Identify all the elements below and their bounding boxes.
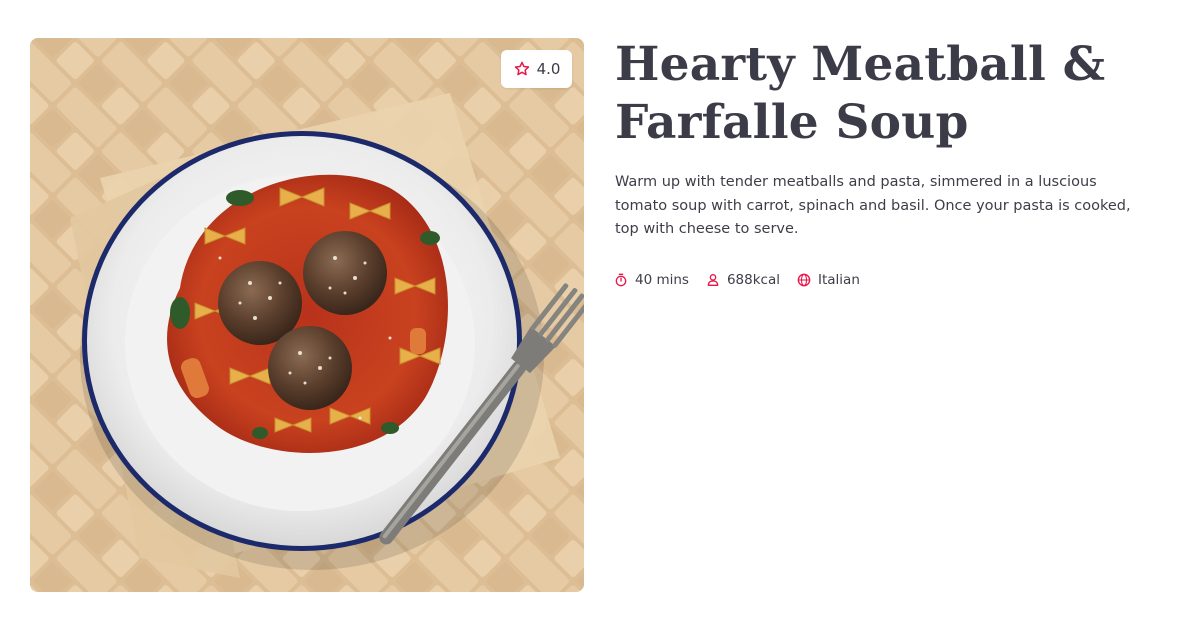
cook-time-label: 40 mins — [635, 272, 689, 288]
calories-label: 688kcal — [726, 272, 780, 288]
cook-time: 40 mins — [613, 272, 689, 288]
stopwatch-icon — [615, 273, 627, 287]
person-icon — [707, 274, 719, 286]
recipe-meta: 40 mins 688kcal Italian — [613, 272, 860, 288]
cuisine: Italian — [796, 272, 860, 288]
globe-icon — [797, 273, 811, 287]
recipe-card: 4.0 Hearty Meatball & Farfalle Soup Warm… — [0, 0, 1200, 630]
recipe-image[interactable] — [30, 38, 584, 592]
recipe-title: Hearty Meatball & Farfalle Soup — [615, 37, 1106, 150]
star-icon — [514, 61, 529, 76]
rating-value: 4.0 — [536, 60, 561, 78]
cuisine-label: Italian — [818, 272, 860, 288]
calories: 688kcal — [705, 272, 780, 288]
recipe-description: Warm up with tender meatballs and pasta,… — [615, 174, 1131, 237]
rating-badge: 4.0 — [501, 50, 572, 88]
